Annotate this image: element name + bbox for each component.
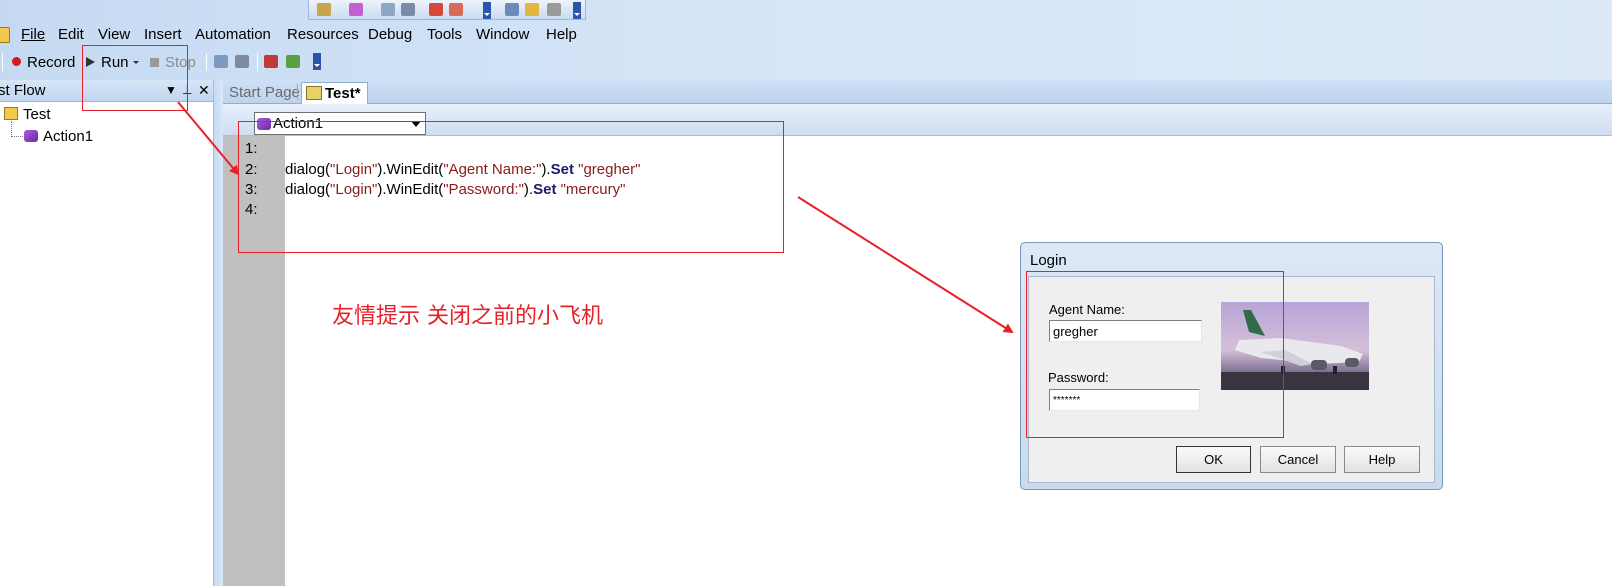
arrow-code-to-dialog [797, 196, 1014, 334]
arrow-run-to-code [177, 101, 240, 176]
annotation-arrows [177, 101, 1014, 334]
